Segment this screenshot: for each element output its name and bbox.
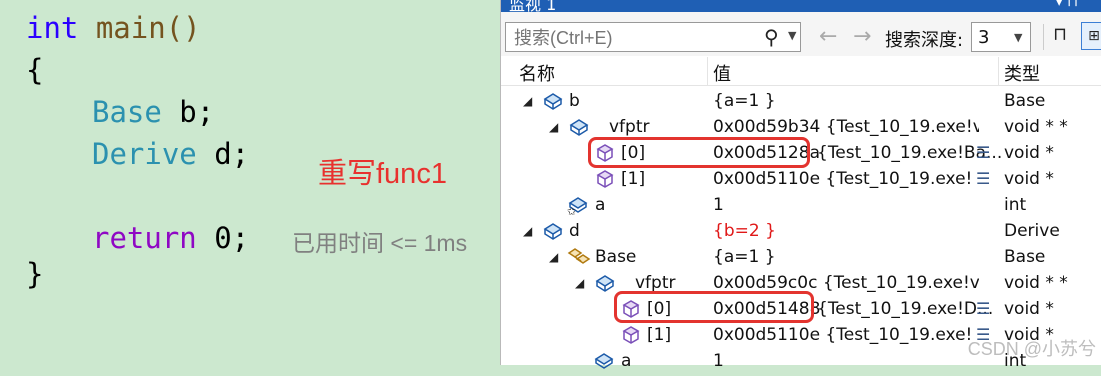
base-class-icon [567, 247, 591, 267]
expand-triangle-icon[interactable]: ◢ [549, 250, 558, 264]
expand-triangle-icon[interactable]: ◢ [523, 94, 532, 108]
row-value: 0x00d5110e {Test_10_19.exe!Ba... [713, 325, 973, 345]
row-value: 0x00d59b34 {Test_10_19.exe!void(... [713, 117, 979, 137]
chevron-down-icon[interactable]: ▼ [1014, 31, 1022, 44]
function-main: main() [78, 11, 201, 45]
highlight-box-b-vfptr-0 [588, 137, 810, 168]
row-name: [1] [621, 169, 646, 189]
return-value: 0; [196, 221, 250, 255]
row-type: void * [1004, 299, 1054, 319]
brace-open: { [26, 53, 44, 87]
row-type: void * [1004, 169, 1054, 189]
object-icon [543, 221, 563, 241]
text-visualizer-icon[interactable]: ☰ [976, 169, 990, 188]
cube-icon [621, 325, 641, 345]
row-value: 0x00d5110e {Test_10_19.exe!Ba... [713, 169, 973, 189]
column-name[interactable]: 名称 [519, 60, 555, 86]
column-divider[interactable] [707, 57, 708, 85]
row-type: Base [1004, 247, 1046, 267]
row-value: 0x00d59c0c {Test_10_19.exe!void(*... [713, 273, 979, 293]
watch-window: 监视 1 ▾ ⊓ ⚲ ▼ ← → 搜索深度: 3 ▼ ⊓ ⊞ 名称 值 类型 ◢… [500, 0, 1101, 371]
code-line-main: int main() [26, 10, 201, 46]
expand-triangle-icon[interactable]: ◢ [575, 276, 584, 290]
object-icon [543, 91, 563, 111]
row-name: [1] [647, 325, 672, 345]
text-visualizer-icon[interactable]: ☰ [976, 299, 990, 318]
row-value: 1 [713, 351, 724, 371]
search-box: ⚲ ▼ [505, 22, 801, 52]
highlight-box-d-vfptr-0 [614, 291, 814, 323]
toolbar-divider [1043, 24, 1044, 50]
search-depth-label: 搜索深度: [885, 30, 964, 51]
search-depth-value: 3 [978, 27, 990, 48]
elapsed-time-hint: 已用时间 <= 1ms [292, 230, 468, 256]
expand-triangle-icon[interactable]: ◢ [549, 120, 558, 134]
object-icon [595, 273, 615, 293]
row-name: Base [595, 247, 637, 267]
row-name: a [621, 351, 632, 371]
row-type: void * [1004, 143, 1054, 163]
var-b: b; [161, 95, 215, 129]
row-type: void * * [1004, 117, 1068, 137]
chevron-down-icon[interactable]: ▼ [788, 29, 796, 42]
watch-row-d-base[interactable]: ◢ Base {a=1 } Base [501, 244, 1101, 270]
code-line-return: return 0; [92, 220, 249, 256]
cube-icon [595, 169, 615, 189]
column-header: 名称 值 类型 [501, 57, 1101, 86]
row-name: d [569, 221, 580, 241]
row-value: 1 [713, 195, 724, 215]
forward-arrow-icon[interactable]: → [853, 24, 871, 49]
watch-title: 监视 1 [509, 0, 557, 12]
column-value[interactable]: 值 [713, 60, 731, 86]
brace-close: } [26, 257, 44, 291]
annotation-override: 重写func1 [318, 158, 447, 190]
text-visualizer-icon[interactable]: ☰ [976, 143, 990, 162]
row-name: b [569, 91, 580, 111]
code-line-base: Base b; [92, 94, 214, 130]
watch-title-bar: 监视 1 ▾ ⊓ [501, 0, 1101, 12]
pin-icon[interactable]: ⊓ [1053, 24, 1067, 45]
keyword-int: int [26, 11, 79, 45]
row-type: int [1004, 195, 1027, 215]
svg-text:✩: ✩ [567, 205, 576, 215]
row-value-changed: {b=2 } [713, 221, 776, 241]
search-depth-select[interactable]: 3 ▼ [971, 22, 1031, 52]
row-name: vfptr [635, 273, 676, 293]
row-type: void * * [1004, 273, 1068, 293]
code-line-derive: Derive d; [92, 136, 249, 172]
field-icon: ✩ [567, 195, 588, 218]
row-type: Derive [1004, 221, 1060, 241]
row-value-symbol: {Test_10_19.exe!Ba... [817, 143, 1003, 163]
search-icon[interactable]: ⚲ [764, 25, 779, 49]
search-input[interactable] [512, 27, 756, 50]
row-value-symbol: {Test_10_19.exe!D... [817, 299, 994, 319]
row-name: vfptr [609, 117, 650, 137]
back-arrow-icon[interactable]: ← [819, 24, 837, 49]
watermark: CSDN @小苏兮 [967, 339, 1096, 359]
row-name: a [595, 195, 606, 215]
column-type[interactable]: 类型 [1004, 60, 1040, 86]
row-value: {a=1 } [713, 247, 776, 267]
row-type: Base [1004, 91, 1046, 111]
keyword-return: return [92, 221, 197, 255]
code-editor[interactable]: int main() { Base b; Derive d; return 0;… [0, 0, 500, 365]
watch-row-b-a[interactable]: ✩ a 1 int [501, 192, 1101, 218]
type-derive: Derive [92, 137, 197, 171]
expand-triangle-icon[interactable]: ◢ [523, 224, 532, 238]
watch-row-b-vfptr-1[interactable]: [1] 0x00d5110e {Test_10_19.exe!Ba... ☰ v… [501, 166, 1101, 192]
column-divider[interactable] [998, 57, 999, 85]
field-icon [593, 351, 614, 371]
type-base: Base [92, 95, 162, 129]
watch-row-d[interactable]: ◢ d {b=2 } Derive [501, 218, 1101, 244]
window-options-icon[interactable]: ▾ ⊓ [1056, 0, 1078, 10]
toolbar-more-button[interactable]: ⊞ [1081, 22, 1101, 50]
row-value: {a=1 } [713, 91, 776, 111]
watch-toolbar: ⚲ ▼ ← → 搜索深度: 3 ▼ ⊓ ⊞ [501, 12, 1101, 56]
object-icon [569, 117, 589, 137]
var-d: d; [196, 137, 250, 171]
watch-row-b[interactable]: ◢ b {a=1 } Base [501, 88, 1101, 114]
